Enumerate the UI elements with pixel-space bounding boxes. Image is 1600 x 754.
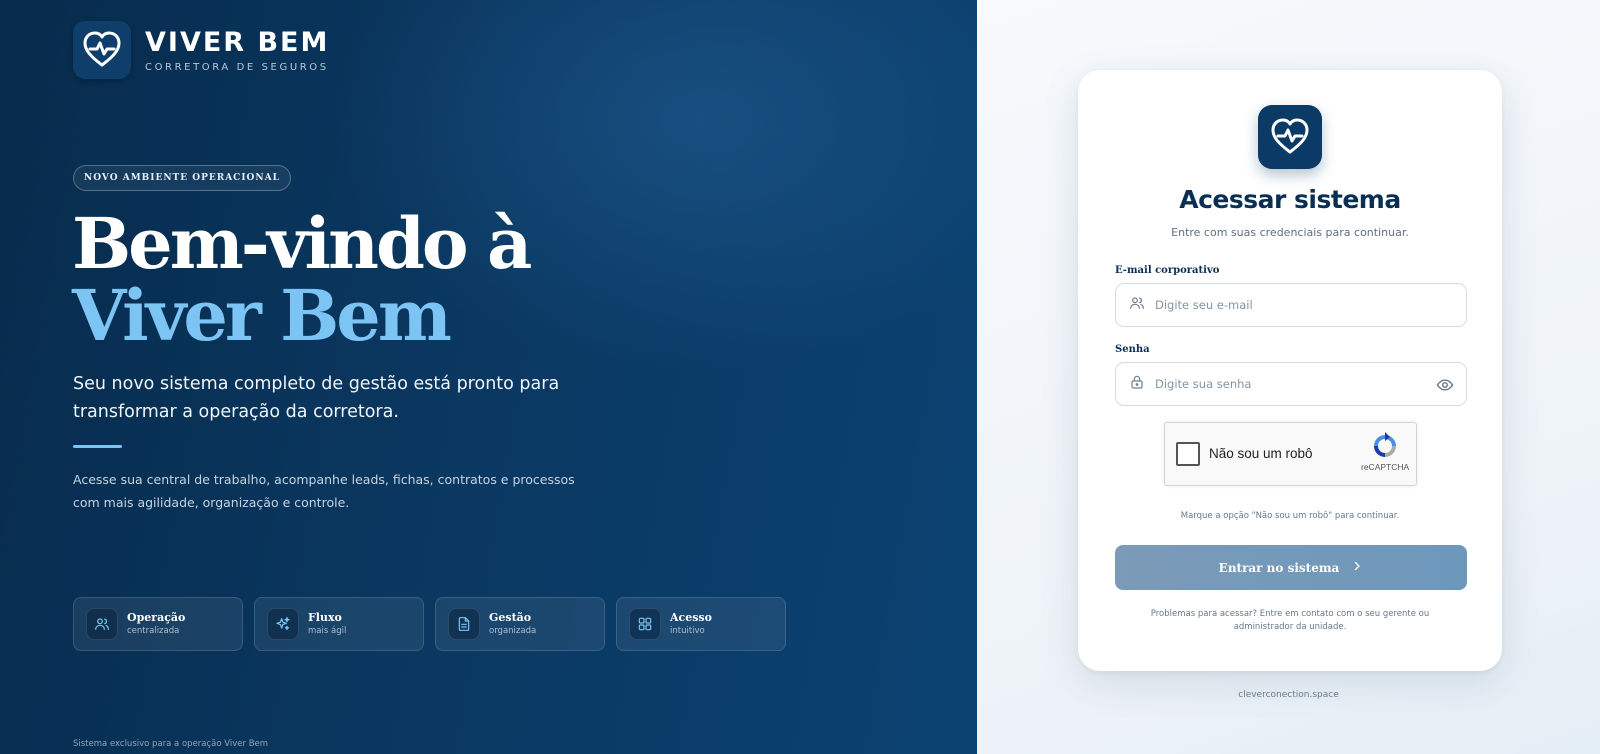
show-password-eye-icon[interactable]	[1436, 376, 1454, 398]
heart-pulse-logo-icon	[1258, 105, 1322, 169]
welcome-panel: VIVER BEM CORRETORA DE SEGUROS NOVO AMBI…	[0, 0, 977, 754]
password-field[interactable]: Digite sua senha	[1115, 362, 1467, 406]
site-domain: cleverconection.space	[977, 690, 1600, 700]
recaptcha-label: Não sou um robô	[1209, 446, 1313, 461]
recaptcha-checkbox[interactable]	[1176, 442, 1200, 466]
accent-divider	[73, 445, 122, 448]
feature-cards: Operação centralizada Fluxo mais ágil Ge…	[73, 597, 786, 651]
email-placeholder: Digite seu e-mail	[1155, 298, 1253, 312]
email-label: E-mail corporativo	[1115, 265, 1220, 276]
submit-label: Entrar no sistema	[1218, 560, 1340, 575]
help-text: Problemas para acessar? Entre em contato…	[1150, 609, 1430, 632]
document-icon	[448, 608, 480, 640]
hero-title: Bem-vindo à Viver Bem	[72, 202, 532, 357]
captcha-hint: Marque a opção "Não sou um robô" para co…	[1180, 511, 1400, 521]
login-card: Acessar sistema Entre com suas credencia…	[1078, 70, 1502, 671]
grid-icon	[629, 608, 661, 640]
feature-title: Operação	[127, 611, 186, 624]
feature-title: Fluxo	[308, 611, 342, 624]
users-icon	[86, 608, 118, 640]
feature-card-acesso: Acesso intuitivo	[616, 597, 786, 651]
sparkles-icon	[267, 608, 299, 640]
login-title: Acessar sistema	[1179, 185, 1401, 214]
email-field[interactable]: Digite seu e-mail	[1115, 283, 1467, 327]
site-domain-text: cleverconection.space	[1238, 690, 1339, 700]
login-submit-button[interactable]: Entrar no sistema	[1115, 545, 1467, 590]
chevron-right-icon	[1351, 560, 1363, 575]
feature-title: Gestão	[489, 611, 532, 624]
recaptcha-logo-icon	[1371, 432, 1399, 464]
login-subtitle: Entre com suas credenciais para continua…	[1171, 226, 1409, 239]
hero-description: Acesse sua central de trabalho, acompanh…	[73, 472, 575, 510]
user-icon	[1129, 295, 1145, 315]
hero-subtitle: Seu novo sistema completo de gestão está…	[73, 374, 560, 422]
feature-subtitle: intuitivo	[670, 626, 705, 636]
recaptcha-brand: reCAPTCHA	[1361, 462, 1410, 472]
feature-card-operacao: Operação centralizada	[73, 597, 243, 651]
feature-subtitle: organizada	[489, 626, 537, 636]
feature-card-gestao: Gestão organizada	[435, 597, 605, 651]
exclusive-system-note: Sistema exclusivo para a operação Viver …	[73, 739, 269, 749]
brand-name: VIVER BEM	[145, 26, 330, 58]
feature-title: Acesso	[670, 611, 712, 624]
feature-subtitle: mais ágil	[308, 626, 347, 636]
feature-card-fluxo: Fluxo mais ágil	[254, 597, 424, 651]
lock-icon	[1129, 374, 1145, 394]
login-panel: Acessar sistema Entre com suas credencia…	[977, 0, 1600, 754]
hero-title-line1: Bem-vindo à	[72, 202, 532, 285]
feature-subtitle: centralizada	[127, 626, 180, 636]
heart-pulse-logo-icon	[73, 21, 131, 79]
brand-tagline: CORRETORA DE SEGUROS	[145, 61, 329, 73]
brand-header: VIVER BEM CORRETORA DE SEGUROS	[73, 21, 329, 79]
hero-title-line2: Viver Bem	[72, 274, 452, 357]
password-label: Senha	[1115, 344, 1150, 355]
new-environment-badge: NOVO AMBIENTE OPERACIONAL	[73, 165, 291, 191]
password-placeholder: Digite sua senha	[1155, 377, 1252, 391]
recaptcha-widget: Não sou um robô reCAPTCHA	[1164, 422, 1417, 486]
